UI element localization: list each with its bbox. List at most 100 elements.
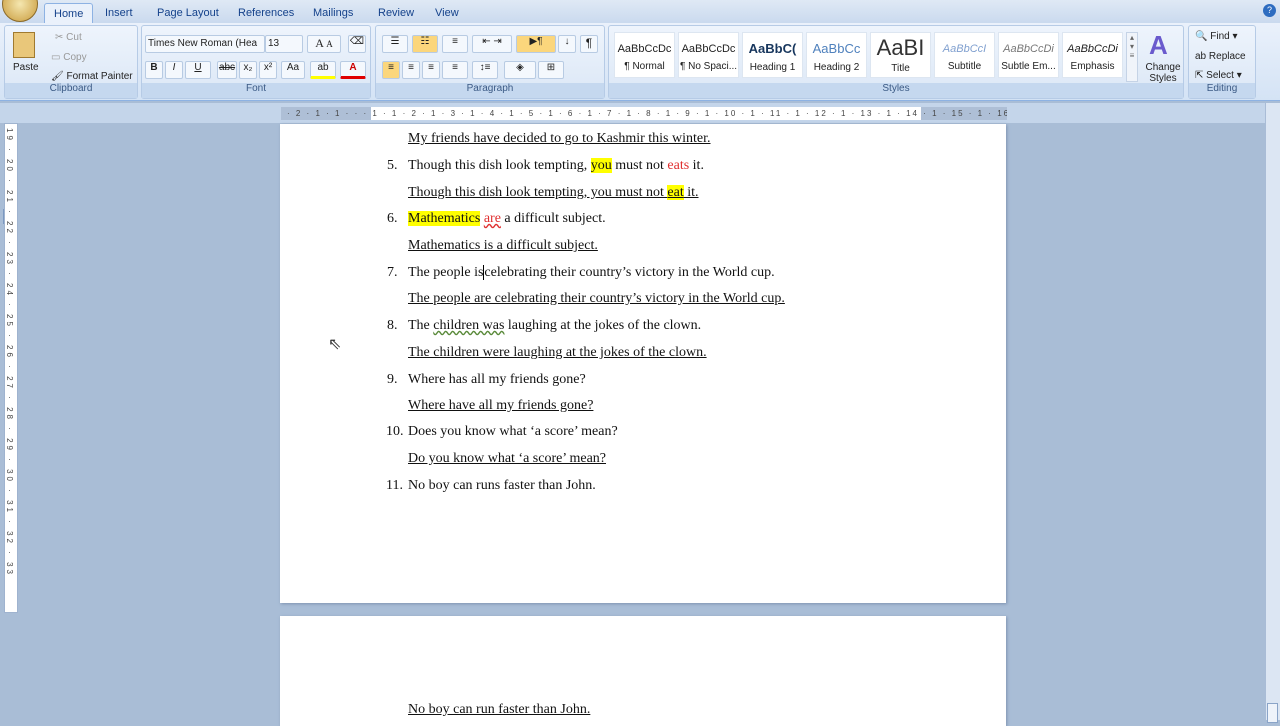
highlight-icon[interactable]: ab xyxy=(310,61,336,79)
item-number: 6. xyxy=(387,211,398,226)
answer-5: Though this dish look tempting, you must… xyxy=(408,185,699,200)
multilevel-list-icon[interactable]: ≡ xyxy=(442,35,468,53)
clipboard-label: Clipboard xyxy=(5,83,137,98)
style-preview: AaBbCcDi xyxy=(1067,43,1118,55)
style-preview: AaBI xyxy=(876,35,925,60)
tab-insert[interactable]: Insert xyxy=(96,3,142,24)
help-icon[interactable]: ? xyxy=(1263,4,1276,17)
editing-group: 🔍 Find ▾ ab Replace ⇱ Select ▾ Editing xyxy=(1188,25,1256,99)
style-emphasis[interactable]: AaBbCcDi Emphasis xyxy=(1062,32,1123,78)
underline-button[interactable]: U xyxy=(185,61,211,79)
ruler-scale[interactable]: · 2 · 1 · 1 · · · 1 · 1 · 2 · 1 · 3 · 1 … xyxy=(281,107,1007,120)
style-name: ¶ No Spaci... xyxy=(679,61,738,72)
ribbon-tabs: Home Insert Page Layout References Maili… xyxy=(0,0,1280,24)
style-name: Emphasis xyxy=(1070,61,1115,72)
bold-button[interactable]: B xyxy=(145,61,163,79)
shading-icon[interactable]: ◈ xyxy=(504,61,536,79)
office-button[interactable] xyxy=(2,0,38,22)
format-painter-button[interactable]: 🖌 Format Painter xyxy=(51,71,133,82)
grow-font-button[interactable]: A xyxy=(315,36,323,50)
answer-7: The people are celebrating their country… xyxy=(408,291,785,306)
italic-button[interactable]: I xyxy=(165,61,183,79)
numbering-icon[interactable]: ☷ xyxy=(412,35,438,53)
show-formatting-button[interactable]: ¶ xyxy=(580,35,598,53)
subscript-button[interactable]: x₂ xyxy=(239,61,257,79)
style-name: ¶ Normal xyxy=(624,61,665,72)
bullets-icon[interactable]: ☰ xyxy=(382,35,408,53)
change-styles-button[interactable]: Change Styles xyxy=(1143,62,1183,84)
font-name-select[interactable]: Times New Roman (Hea xyxy=(145,35,265,53)
tab-home[interactable]: Home xyxy=(44,3,94,24)
answer-10: Do you know what ‘a score’ mean? xyxy=(408,451,607,466)
tab-mailings[interactable]: Mailings xyxy=(304,3,362,24)
tab-references[interactable]: References xyxy=(229,3,303,24)
text-direction-icons[interactable]: ▶¶ xyxy=(516,35,556,53)
document-page-2[interactable] xyxy=(280,616,1006,726)
styles-scroll[interactable]: ▴ ▾ ≡ xyxy=(1126,32,1138,82)
clipboard-group: Paste ✂ Cut ▭ Copy 🖌 Format Painter Clip… xyxy=(4,25,138,99)
style-no-spacing[interactable]: AaBbCcDc ¶ No Spaci... xyxy=(678,32,739,78)
font-group: Times New Roman (Hea 13 A A ⌫ B I U abc … xyxy=(141,25,371,99)
shrink-font-button[interactable]: A xyxy=(326,39,333,49)
paste-button[interactable]: Paste xyxy=(13,62,39,73)
ruler-numbers: · 2 · 1 · 1 · · · 1 · 1 · 2 · 1 · 3 · 1 … xyxy=(287,109,1007,118)
copy-label: Copy xyxy=(63,52,87,63)
question-7: The people iscelebrating their country’s… xyxy=(408,265,775,280)
style-subtitle[interactable]: AaBbCcI Subtitle xyxy=(934,32,995,78)
style-heading-1[interactable]: AaBbC( Heading 1 xyxy=(742,32,803,78)
style-preview: AaBbCcDc xyxy=(617,43,672,55)
tab-review[interactable]: Review xyxy=(369,3,423,24)
paste-icon xyxy=(13,32,35,58)
format-painter-label: Format Painter xyxy=(66,71,133,82)
scrollbar-thumb[interactable] xyxy=(1267,703,1278,723)
tab-view[interactable]: View xyxy=(426,3,468,24)
vertical-scrollbar[interactable] xyxy=(1265,103,1280,723)
tab-page-layout[interactable]: Page Layout xyxy=(148,3,228,24)
question-10: Does you know what ‘a score’ mean? xyxy=(408,424,618,439)
align-right-icon[interactable]: ≡ xyxy=(422,61,440,79)
style-name: Title xyxy=(891,63,910,74)
item-number: 7. xyxy=(387,265,398,280)
replace-button[interactable]: ab Replace xyxy=(1195,51,1246,62)
question-5: Though this dish look tempting, you must… xyxy=(408,158,704,173)
style-preview: AaBbC( xyxy=(748,41,797,56)
strikethrough-button[interactable]: abc xyxy=(217,61,237,79)
style-name: Subtitle xyxy=(947,61,982,72)
style-subtle-emphasis[interactable]: AaBbCcDi Subtle Em... xyxy=(998,32,1059,78)
style-name: Heading 1 xyxy=(749,62,796,73)
horizontal-ruler[interactable]: L · 2 · 1 · 1 · · · 1 · 1 · 2 · 1 · 3 · … xyxy=(0,103,1280,224)
style-normal[interactable]: AaBbCcDc ¶ Normal xyxy=(614,32,675,78)
line-spacing-icon[interactable]: ↕≡ xyxy=(472,61,498,79)
copy-button[interactable]: ▭ Copy xyxy=(51,52,87,63)
style-heading-2[interactable]: AaBbCc Heading 2 xyxy=(806,32,867,78)
cut-button[interactable]: ✂ Cut xyxy=(55,32,82,43)
select-button[interactable]: ⇱ Select ▾ xyxy=(1195,70,1242,81)
grow-shrink-font-buttons[interactable]: A A xyxy=(307,35,341,53)
clear-formatting-icon[interactable]: ⌫ xyxy=(348,35,366,53)
style-title[interactable]: AaBI Title xyxy=(870,32,931,78)
indent-icons[interactable]: ⇤ ⇥ xyxy=(472,35,512,53)
font-color-icon[interactable]: A xyxy=(340,61,366,79)
item-number: 8. xyxy=(387,318,398,333)
mouse-pointer-icon: ⇖ xyxy=(328,336,342,353)
find-label: Find xyxy=(1210,31,1230,42)
borders-icon[interactable]: ⊞ xyxy=(538,61,564,79)
select-label: Select xyxy=(1206,70,1234,81)
vertical-ruler[interactable]: 19 · 20 · 21 · 22 · 23 · 24 · 25 · 26 · … xyxy=(4,123,18,613)
align-left-icon[interactable]: ≡ xyxy=(382,61,400,79)
answer-9: Where have all my friends gone? xyxy=(408,398,594,413)
question-11: No boy can runs faster than John. xyxy=(408,478,596,493)
answer-6: Mathematics is a difficult subject. xyxy=(408,238,598,253)
justify-icon[interactable]: ≡ xyxy=(442,61,468,79)
item-number: 5. xyxy=(387,158,398,173)
superscript-button[interactable]: x² xyxy=(259,61,277,79)
align-center-icon[interactable]: ≡ xyxy=(402,61,420,79)
font-size-select[interactable]: 13 xyxy=(265,35,303,53)
font-label: Font xyxy=(142,83,370,98)
change-case-button[interactable]: Aa xyxy=(281,61,305,79)
find-button[interactable]: 🔍 Find ▾ xyxy=(1195,31,1238,42)
item-number: 11. xyxy=(386,478,403,493)
sort-icon[interactable]: ↓ xyxy=(558,35,576,53)
question-8: The children was laughing at the jokes o… xyxy=(408,318,702,333)
text-cursor: celebrating their country’s victory in t… xyxy=(483,265,775,280)
